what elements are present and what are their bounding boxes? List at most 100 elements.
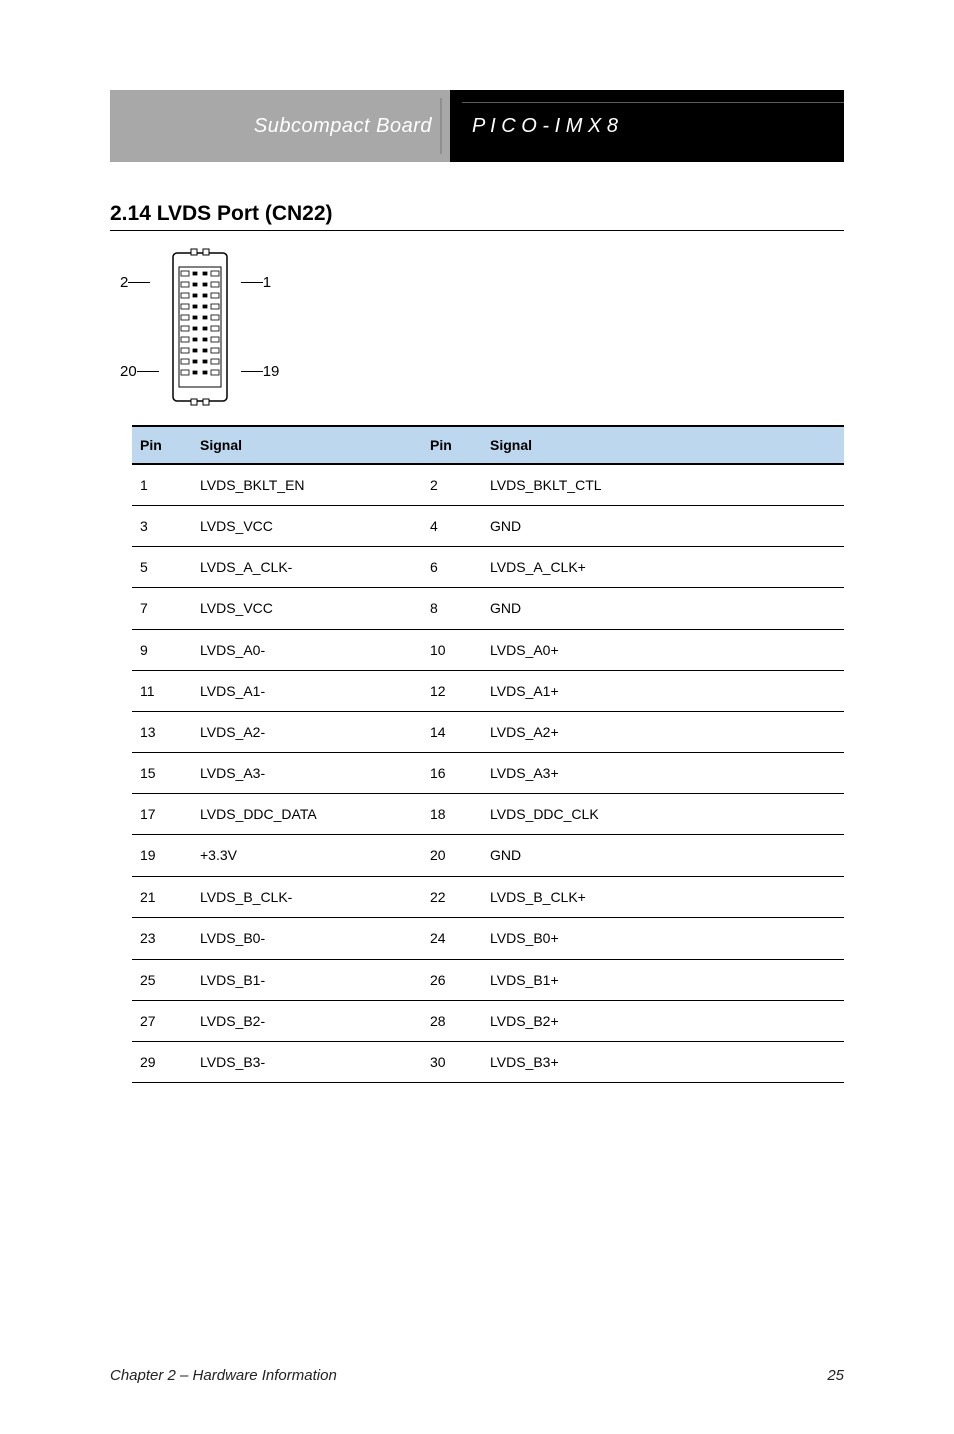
page: Subcompact Board P I C O - I M X 8 2.14 … xyxy=(0,0,954,1434)
pin-cell: 24 xyxy=(422,918,482,960)
pin-label-19: 19 xyxy=(263,364,280,379)
pin-cell: 26 xyxy=(422,960,482,1001)
pin-cell: 8 xyxy=(422,588,482,630)
signal-cell: LVDS_A_CLK- xyxy=(192,547,422,588)
signal-cell: LVDS_VCC xyxy=(192,506,422,547)
signal-cell: LVDS_B3- xyxy=(192,1042,422,1083)
pin-cell: 10 xyxy=(422,630,482,671)
table-row: 21LVDS_B_CLK-22LVDS_B_CLK+ xyxy=(132,877,844,918)
pin-cell: 2 xyxy=(422,464,482,506)
table-row: 25LVDS_B1-26LVDS_B1+ xyxy=(132,960,844,1001)
signal-cell: LVDS_A1- xyxy=(192,671,422,712)
signal-cell: GND xyxy=(482,588,844,630)
pin-cell: 7 xyxy=(132,588,192,630)
pin-cell: 25 xyxy=(132,960,192,1001)
table-row: 13LVDS_A2-14LVDS_A2+ xyxy=(132,712,844,753)
pin-cell: 20 xyxy=(422,835,482,877)
table-row: 29LVDS_B3-30LVDS_B3+ xyxy=(132,1042,844,1083)
signal-cell: GND xyxy=(482,506,844,547)
pin-cell: 15 xyxy=(132,753,192,794)
connector-icon xyxy=(165,247,235,407)
pin-cell: 17 xyxy=(132,794,192,835)
table-header-row: Pin Signal Pin Signal xyxy=(132,426,844,464)
pinout-table: Pin Signal Pin Signal 1LVDS_BKLT_EN2LVDS… xyxy=(132,425,844,1083)
header-banner: Subcompact Board P I C O - I M X 8 xyxy=(110,90,844,162)
col-header-signal2: Signal xyxy=(482,426,844,464)
signal-cell: LVDS_A2+ xyxy=(482,712,844,753)
footer-page-number: 25 xyxy=(827,1367,844,1384)
table-row: 15LVDS_A3-16LVDS_A3+ xyxy=(132,753,844,794)
pin-cell: 30 xyxy=(422,1042,482,1083)
pin-cell: 16 xyxy=(422,753,482,794)
signal-cell: LVDS_B_CLK+ xyxy=(482,877,844,918)
table-row: 5LVDS_A_CLK-6LVDS_A_CLK+ xyxy=(132,547,844,588)
pin-cell: 4 xyxy=(422,506,482,547)
pin-cell: 12 xyxy=(422,671,482,712)
pin-cell: 21 xyxy=(132,877,192,918)
pin-label-20: 20 xyxy=(120,364,137,379)
pin-cell: 18 xyxy=(422,794,482,835)
table-row: 7LVDS_VCC8GND xyxy=(132,588,844,630)
col-header-pin2: Pin xyxy=(422,426,482,464)
pin-cell: 27 xyxy=(132,1001,192,1042)
signal-cell: LVDS_DDC_DATA xyxy=(192,794,422,835)
col-header-signal: Signal xyxy=(192,426,422,464)
section-title: 2.14 LVDS Port (CN22) xyxy=(110,202,844,226)
signal-cell: LVDS_B2- xyxy=(192,1001,422,1042)
signal-cell: LVDS_B0+ xyxy=(482,918,844,960)
signal-cell: GND xyxy=(482,835,844,877)
pin-cell: 6 xyxy=(422,547,482,588)
table-row: 9LVDS_A0-10LVDS_A0+ xyxy=(132,630,844,671)
product-model: P I C O - I M X 8 xyxy=(472,115,618,138)
pin-cell: 13 xyxy=(132,712,192,753)
pin-cell: 3 xyxy=(132,506,192,547)
signal-cell: LVDS_BKLT_EN xyxy=(192,464,422,506)
signal-cell: LVDS_B1+ xyxy=(482,960,844,1001)
signal-cell: LVDS_A3- xyxy=(192,753,422,794)
footer-chapter: Chapter 2 – Hardware Information xyxy=(110,1367,337,1384)
signal-cell: LVDS_B3+ xyxy=(482,1042,844,1083)
product-category: Subcompact Board xyxy=(254,115,432,138)
signal-cell: LVDS_B2+ xyxy=(482,1001,844,1042)
table-row: 1LVDS_BKLT_EN2LVDS_BKLT_CTL xyxy=(132,464,844,506)
signal-cell: LVDS_A3+ xyxy=(482,753,844,794)
signal-cell: LVDS_A_CLK+ xyxy=(482,547,844,588)
signal-cell: +3.3V xyxy=(192,835,422,877)
pin-leader-line xyxy=(128,282,150,283)
table-row: 11LVDS_A1-12LVDS_A1+ xyxy=(132,671,844,712)
page-footer: Chapter 2 – Hardware Information 25 xyxy=(110,1367,844,1384)
header-right: P I C O - I M X 8 xyxy=(450,90,844,162)
col-header-pin: Pin xyxy=(132,426,192,464)
pinout-table-wrap: Pin Signal Pin Signal 1LVDS_BKLT_EN2LVDS… xyxy=(132,425,844,1083)
pin-cell: 1 xyxy=(132,464,192,506)
signal-cell: LVDS_BKLT_CTL xyxy=(482,464,844,506)
header-left: Subcompact Board xyxy=(110,90,450,162)
signal-cell: LVDS_B1- xyxy=(192,960,422,1001)
signal-cell: LVDS_DDC_CLK xyxy=(482,794,844,835)
signal-cell: LVDS_A0- xyxy=(192,630,422,671)
pin-leader-line xyxy=(241,282,263,283)
signal-cell: LVDS_A0+ xyxy=(482,630,844,671)
table-row: 23LVDS_B0-24LVDS_B0+ xyxy=(132,918,844,960)
signal-cell: LVDS_A1+ xyxy=(482,671,844,712)
pin-leader-line xyxy=(241,371,263,372)
pin-cell: 28 xyxy=(422,1001,482,1042)
signal-cell: LVDS_B_CLK- xyxy=(192,877,422,918)
pin-cell: 29 xyxy=(132,1042,192,1083)
signal-cell: LVDS_B0- xyxy=(192,918,422,960)
signal-cell: LVDS_A2- xyxy=(192,712,422,753)
pin-cell: 19 xyxy=(132,835,192,877)
pin-cell: 9 xyxy=(132,630,192,671)
pin-label-1: 1 xyxy=(263,275,271,290)
table-row: 19+3.3V20GND xyxy=(132,835,844,877)
pin-cell: 14 xyxy=(422,712,482,753)
section-divider xyxy=(110,230,844,231)
table-row: 3LVDS_VCC4GND xyxy=(132,506,844,547)
signal-cell: LVDS_VCC xyxy=(192,588,422,630)
table-row: 27LVDS_B2-28LVDS_B2+ xyxy=(132,1001,844,1042)
pin-cell: 23 xyxy=(132,918,192,960)
pin-leader-line xyxy=(137,371,159,372)
pin-cell: 5 xyxy=(132,547,192,588)
pin-cell: 11 xyxy=(132,671,192,712)
pin-cell: 22 xyxy=(422,877,482,918)
